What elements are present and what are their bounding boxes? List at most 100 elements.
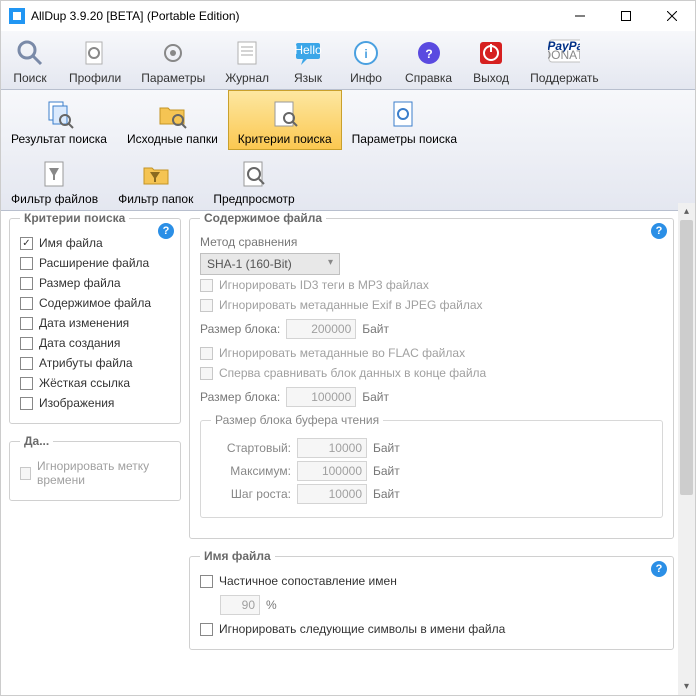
app-icon bbox=[9, 8, 25, 24]
criteria-button[interactable]: Критерии поиска bbox=[228, 90, 342, 150]
percent-input: 90 bbox=[220, 595, 260, 615]
scroll-thumb[interactable] bbox=[680, 220, 693, 495]
scroll-up-icon[interactable]: ▴ bbox=[678, 203, 695, 220]
chk-size[interactable]: Размер файла bbox=[20, 273, 170, 293]
chk-ext[interactable]: Расширение файла bbox=[20, 253, 170, 273]
chk-images[interactable]: Изображения bbox=[20, 393, 170, 413]
file-filter-icon bbox=[39, 158, 71, 190]
info-button[interactable]: i Инфо bbox=[337, 31, 395, 89]
checkbox-icon bbox=[20, 317, 33, 330]
dates-group: Да... Игнорировать метку времени bbox=[9, 434, 181, 501]
params-button[interactable]: Параметры bbox=[131, 31, 215, 89]
block-size-row: Размер блока: 200000 Байт bbox=[200, 319, 663, 339]
folderfilter-button[interactable]: Фильтр папок bbox=[108, 150, 203, 210]
criteria-legend: Критерии поиска bbox=[20, 211, 129, 225]
method-select[interactable]: SHA-1 (160-Bit) bbox=[200, 253, 340, 275]
checkbox-icon bbox=[20, 377, 33, 390]
maximize-icon bbox=[621, 11, 631, 21]
searchparams-button[interactable]: Параметры поиска bbox=[342, 90, 467, 150]
chk-ignore-id3: Игнорировать ID3 теги в MP3 файлах bbox=[200, 275, 663, 295]
checkbox-icon bbox=[20, 297, 33, 310]
checkbox-icon bbox=[200, 623, 213, 636]
paypal-icon: PayPalDONATE bbox=[548, 37, 580, 69]
preview-icon bbox=[238, 158, 270, 190]
doc-gear-icon bbox=[388, 98, 420, 130]
search-button[interactable]: Поиск bbox=[1, 31, 59, 89]
svg-text:i: i bbox=[364, 47, 367, 61]
checkbox-icon bbox=[200, 575, 213, 588]
buffer-legend: Размер блока буфера чтения bbox=[211, 413, 383, 427]
block-size2-input: 100000 bbox=[286, 387, 356, 407]
checkbox-icon bbox=[200, 279, 213, 292]
lang-button[interactable]: Hello Язык bbox=[279, 31, 337, 89]
checkbox-icon bbox=[20, 337, 33, 350]
chk-ignore-exif: Игнорировать метаданные Exif в JPEG файл… bbox=[200, 295, 663, 315]
content-group: Содержимое файла ? Метод сравнения SHA-1… bbox=[189, 211, 674, 539]
hello-icon: Hello bbox=[292, 37, 324, 69]
chk-hardlink[interactable]: Жёсткая ссылка bbox=[20, 373, 170, 393]
filename-legend: Имя файла bbox=[200, 549, 275, 563]
maximize-button[interactable] bbox=[603, 1, 649, 31]
minimize-button[interactable] bbox=[557, 1, 603, 31]
chk-partial[interactable]: Частичное сопоставление имен bbox=[200, 571, 663, 591]
checkbox-icon bbox=[200, 347, 213, 360]
chk-name[interactable]: Имя файла bbox=[20, 233, 170, 253]
gear-doc-icon bbox=[79, 37, 111, 69]
checkbox-icon bbox=[20, 357, 33, 370]
help-button[interactable]: ? Справка bbox=[395, 31, 462, 89]
close-button[interactable] bbox=[649, 1, 695, 31]
folder-filter-icon bbox=[140, 158, 172, 190]
block-size2-row: Размер блока: 100000 Байт bbox=[200, 387, 663, 407]
chk-ignore-sym[interactable]: Игнорировать следующие символы в имени ф… bbox=[200, 619, 663, 639]
power-icon bbox=[475, 37, 507, 69]
chk-mdate[interactable]: Дата изменения bbox=[20, 313, 170, 333]
app-window: AllDup 3.9.20 [BETA] (Portable Edition) … bbox=[0, 0, 696, 696]
help-icon: ? bbox=[413, 37, 445, 69]
filename-group: Имя файла ? Частичное сопоставление имен… bbox=[189, 549, 674, 650]
help-icon[interactable]: ? bbox=[158, 223, 174, 239]
chk-cdate[interactable]: Дата создания bbox=[20, 333, 170, 353]
checkbox-icon bbox=[20, 277, 33, 290]
checkbox-icon bbox=[20, 237, 33, 250]
buffer-start-input: 10000 bbox=[297, 438, 367, 458]
preview-button[interactable]: Предпросмотр bbox=[203, 150, 304, 210]
svg-text:Hello: Hello bbox=[294, 43, 322, 57]
buffer-max-input: 100000 bbox=[297, 461, 367, 481]
titlebar: AllDup 3.9.20 [BETA] (Portable Edition) bbox=[1, 1, 695, 31]
gear-icon bbox=[157, 37, 189, 69]
exit-button[interactable]: Выход bbox=[462, 31, 520, 89]
scroll-track[interactable] bbox=[678, 220, 695, 678]
svg-text:?: ? bbox=[425, 47, 432, 61]
results-button[interactable]: Результат поиска bbox=[1, 90, 117, 150]
checkbox-icon bbox=[20, 257, 33, 270]
dates-legend: Да... bbox=[20, 434, 53, 448]
checkbox-icon bbox=[20, 467, 31, 480]
log-button[interactable]: Журнал bbox=[215, 31, 279, 89]
chk-content[interactable]: Содержимое файла bbox=[20, 293, 170, 313]
filefilter-button[interactable]: Фильтр файлов bbox=[1, 150, 108, 210]
help-icon[interactable]: ? bbox=[651, 223, 667, 239]
content-area: Критерии поиска ? Имя файла Расширение ф… bbox=[1, 203, 695, 695]
chk-ignore-ts: Игнорировать метку времени bbox=[20, 456, 170, 490]
chk-attrs[interactable]: Атрибуты файла bbox=[20, 353, 170, 373]
checkbox-icon bbox=[200, 299, 213, 312]
close-icon bbox=[667, 11, 677, 21]
buffer-group: Размер блока буфера чтения Стартовый:100… bbox=[200, 413, 663, 518]
block-size-input: 200000 bbox=[286, 319, 356, 339]
window-title: AllDup 3.9.20 [BETA] (Portable Edition) bbox=[31, 9, 557, 23]
secondary-toolbar: Результат поиска Исходные папки Критерии… bbox=[1, 90, 695, 211]
scrollbar[interactable]: ▴ ▾ bbox=[678, 203, 695, 695]
info-icon: i bbox=[350, 37, 382, 69]
checkbox-icon bbox=[200, 367, 213, 380]
main-toolbar: Поиск Профили Параметры Журнал Hello Язы… bbox=[1, 31, 695, 90]
minimize-icon bbox=[575, 11, 585, 21]
chk-ignore-flac: Игнорировать метаданные во FLAC файлах bbox=[200, 343, 663, 363]
help-icon[interactable]: ? bbox=[651, 561, 667, 577]
chk-compare-end: Сперва сравнивать блок данных в конце фа… bbox=[200, 363, 663, 383]
folder-icon bbox=[156, 98, 188, 130]
log-icon bbox=[231, 37, 263, 69]
sources-button[interactable]: Исходные папки bbox=[117, 90, 228, 150]
profiles-button[interactable]: Профили bbox=[59, 31, 131, 89]
scroll-down-icon[interactable]: ▾ bbox=[678, 678, 695, 695]
donate-button[interactable]: PayPalDONATE Поддержать bbox=[520, 31, 609, 89]
